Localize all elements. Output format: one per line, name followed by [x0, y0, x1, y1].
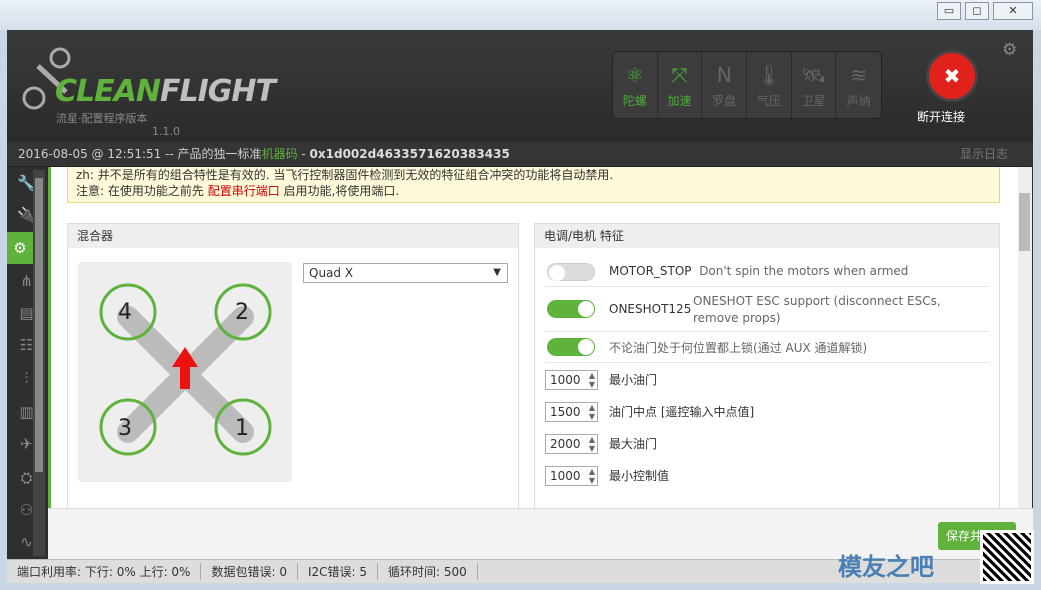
toggle-knob: [578, 339, 594, 355]
feature-desc: Don't spin the motors when armed: [699, 264, 909, 278]
max-throttle-value: 2000: [550, 437, 581, 451]
sensor-label: 陀螺: [622, 94, 647, 108]
feature-note: zh: 并不是所有的组合特性是有效的. 当飞行控制器固件检测到无效的特征组合冲突…: [67, 167, 1000, 203]
sensor-label: 罗盘: [712, 94, 737, 108]
note-line-2: 注意: 在使用功能之前先 配置串行端口 启用功能,将使用端口.: [76, 183, 991, 199]
toggle-knob: [549, 265, 565, 281]
chevron-down-icon: ▼: [493, 267, 501, 278]
sidebar-scroll-thumb[interactable]: [35, 178, 43, 472]
esc-title: 电调/电机 特征: [535, 224, 999, 248]
compass-icon: N: [716, 63, 732, 87]
gps-icon: 🛰: [800, 63, 827, 87]
sensor-compass: N 罗盘: [702, 52, 748, 118]
quad-x-diagram: 4 2 3 1: [78, 262, 292, 482]
minimize-button[interactable]: ▭: [937, 2, 961, 20]
note-line-1: zh: 并不是所有的组合特性是有效的. 当飞行控制器固件检测到无效的特征组合冲突…: [76, 168, 614, 182]
sensor-label: 卫星: [801, 94, 826, 108]
usb-disconnect-icon: ✖: [943, 64, 961, 88]
app-subtitle: 流星·配置程序版本: [56, 112, 148, 125]
window-titlebar: [0, 0, 1041, 30]
mixer-title: 混合器: [68, 224, 518, 248]
quad-x-svg: 4 2 3 1: [99, 283, 272, 456]
note-text-b: 启用功能,将使用端口.: [279, 184, 400, 198]
disconnect-button[interactable]: ✖: [926, 50, 978, 102]
motor-4-label: 4: [118, 300, 132, 325]
accel-icon: ⤧: [671, 63, 688, 87]
app-version: 1.1.0: [152, 125, 180, 138]
oneshot125-name: ONESHOT125: [609, 302, 692, 316]
max-throttle-label: 最大油门: [609, 437, 658, 451]
gyro-icon: ⚛: [625, 63, 644, 87]
motor-3-label: 3: [118, 416, 132, 441]
mixer-type-select[interactable]: Quad X ▼: [303, 263, 508, 283]
port-utilization: 端口利用率: 下行: 0% 上行: 0%: [7, 563, 202, 580]
cycle-time: 循环时间: 500: [378, 563, 478, 580]
spinner-arrows-icon[interactable]: ▲ ▼: [589, 467, 595, 485]
spinner-arrows-icon[interactable]: ▲ ▼: [589, 403, 595, 421]
i2c-errors: I2C错误: 5: [298, 563, 379, 580]
close-button[interactable]: ✕: [993, 2, 1033, 20]
configure-ports-link[interactable]: 配置串行端口: [208, 184, 280, 198]
min-command-value: 1000: [550, 469, 581, 483]
sensor-accel: ⤧ 加速: [658, 52, 703, 118]
sensor-gps: 🛰 卫星: [792, 52, 837, 118]
motor-1-label: 1: [235, 416, 249, 441]
mid-throttle-value: 1500: [550, 405, 581, 419]
motor-stop-toggle[interactable]: [547, 263, 595, 281]
mid-throttle-input[interactable]: 1500 ▲ ▼: [545, 402, 598, 422]
min-throttle-input[interactable]: 1000 ▲ ▼: [545, 370, 598, 390]
max-throttle-input[interactable]: 2000 ▲ ▼: [545, 434, 598, 454]
maximize-button[interactable]: ◻: [965, 2, 989, 20]
oneshot125-desc: ONESHOT ESC support (disconnect ESCs, re…: [693, 294, 941, 325]
disconnect-label[interactable]: 断开连接: [917, 108, 965, 125]
show-log-link[interactable]: 显示日志: [960, 145, 1008, 162]
min-throttle-label: 最小油门: [609, 373, 658, 387]
sensor-label: 加速: [667, 94, 692, 108]
machine-id: 0x1d002d4633571620383435: [309, 147, 510, 161]
info-sep: -- 产品的独一标准: [161, 147, 262, 161]
sensor-barometer: 🌡 气压: [747, 52, 792, 118]
spinner-arrows-icon[interactable]: ▲ ▼: [589, 371, 595, 389]
spinner-arrows-icon[interactable]: ▲ ▼: [589, 435, 595, 453]
min-throttle-value: 1000: [550, 373, 581, 387]
sonar-icon: ≋: [850, 63, 868, 87]
motor-2-label: 2: [235, 300, 249, 325]
mixer-selected-value: Quad X: [309, 266, 354, 280]
gear-icon[interactable]: ⚙: [1002, 40, 1017, 60]
toggle-knob: [578, 301, 594, 317]
sensor-label: 声纳: [846, 94, 871, 108]
app-logo: CLEANFLIGHT: [55, 74, 276, 109]
sensor-gyro: ⚛ 陀螺: [613, 52, 658, 118]
content-scroll-thumb[interactable]: [1019, 193, 1030, 251]
logo-clean: CLEAN: [55, 74, 161, 109]
mid-throttle-label: 油门中点 [遥控输入中点值]: [609, 405, 755, 419]
info-dash: -: [297, 147, 310, 161]
packet-errors: 数据包错误: 0: [201, 563, 298, 580]
sensor-sonar: ≋ 声纳: [836, 52, 881, 118]
sensor-status-panel: ⚛ 陀螺 ⤧ 加速 N 罗盘 🌡 气压 🛰 卫星 ≋ 声纳: [612, 51, 882, 119]
datetime: 2016-08-05 @ 12:51:51: [18, 147, 162, 161]
machine-label: 机器码: [261, 147, 298, 161]
arm-anywhere-toggle[interactable]: [547, 338, 595, 356]
nav-configuration-icon[interactable]: ⚙: [7, 232, 33, 264]
barometer-icon: 🌡: [756, 63, 782, 87]
arm-anywhere-desc: 不论油门处于何位置都上锁(通过 AUX 通道解锁): [609, 341, 868, 355]
watermark-logo: 模友之吧: [838, 553, 934, 581]
device-info: 2016-08-05 @ 12:51:51 -- 产品的独一标准机器码 - 0x…: [18, 145, 510, 162]
logo-flight: FLIGHT: [159, 74, 276, 109]
qr-code-icon: [980, 530, 1034, 584]
sensor-label: 气压: [756, 94, 781, 108]
oneshot125-toggle[interactable]: [547, 300, 595, 318]
motor-stop-label: MOTOR_STOP Don't spin the motors when ar…: [609, 264, 908, 278]
min-command-label: 最小控制值: [609, 469, 670, 483]
note-text-a: 注意: 在使用功能之前先: [76, 184, 208, 198]
feature-name: MOTOR_STOP: [609, 264, 692, 278]
min-command-input[interactable]: 1000 ▲ ▼: [545, 466, 598, 486]
